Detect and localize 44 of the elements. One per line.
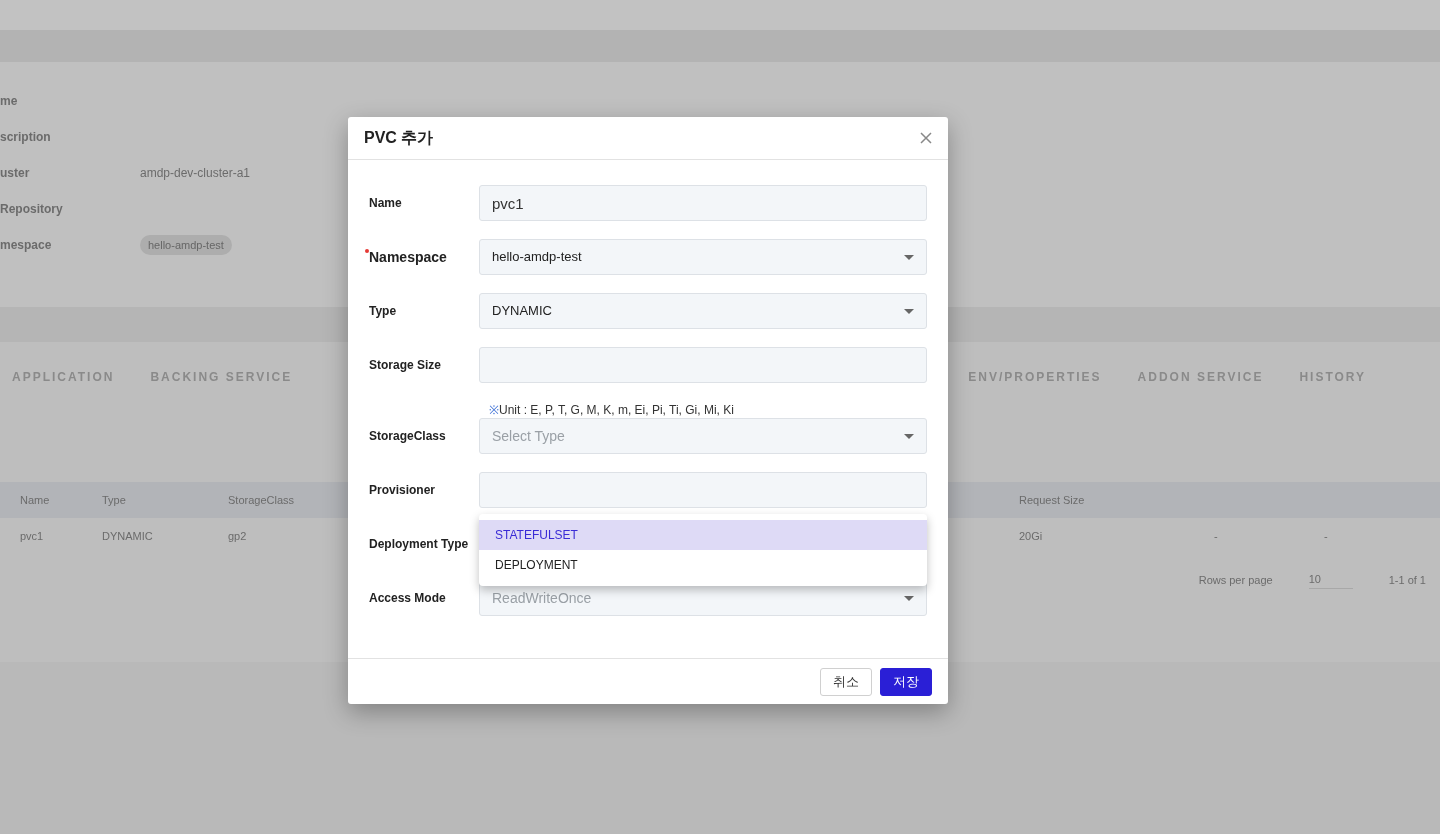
column-header: Request Size xyxy=(1019,492,1085,508)
field-label: Namespace xyxy=(369,247,447,267)
field-label: Name xyxy=(369,195,402,212)
close-icon[interactable] xyxy=(920,132,932,144)
text-input-field[interactable] xyxy=(479,472,927,508)
field-label: Provisioner xyxy=(369,482,436,499)
column-header: StorageClass xyxy=(228,492,296,508)
info-value: amdp-dev-cluster-a1 xyxy=(140,165,251,182)
info-label: Repository xyxy=(0,201,64,218)
table-cell-text: - xyxy=(1214,528,1219,544)
select-field[interactable]: hello-amdp-test xyxy=(479,239,927,275)
info-label: uster xyxy=(0,165,31,182)
namespace-chip: hello-amdp-test xyxy=(140,234,232,256)
dropdown-option[interactable]: DEPLOYMENT xyxy=(479,550,927,580)
field-label: Deployment Type xyxy=(369,536,469,553)
info-label: me xyxy=(0,93,19,110)
dropdown-caret-icon xyxy=(904,254,914,260)
rows-per-page-select[interactable]: 10 xyxy=(1308,571,1353,589)
column-header: Name xyxy=(20,492,51,508)
dropdown-caret-icon xyxy=(904,433,914,439)
table-cell-text: pvc1 xyxy=(20,528,45,544)
table-cell-text: - xyxy=(1324,528,1328,544)
field-label: Access Mode xyxy=(369,590,446,607)
page-range: 1-1 of 1 xyxy=(1388,572,1426,588)
dropdown-caret-icon xyxy=(904,595,914,601)
save-button[interactable]: 저장 xyxy=(880,667,932,696)
column-header: Type xyxy=(102,492,127,508)
info-label: scription xyxy=(0,129,52,146)
select-field[interactable]: Select Type xyxy=(479,418,927,454)
cancel-button[interactable]: 취소 xyxy=(820,667,872,696)
field-label: Storage Size xyxy=(369,357,442,374)
field-label: Type xyxy=(369,303,397,320)
select-field[interactable]: DYNAMIC xyxy=(479,293,927,329)
table-cell-text: 20Gi xyxy=(1019,528,1044,544)
dropdown-option[interactable]: STATEFULSET xyxy=(479,520,927,550)
rows-per-page-label: Rows per page xyxy=(1198,572,1273,588)
text-input-field[interactable]: pvc1 xyxy=(479,185,927,221)
info-label: mespace xyxy=(0,237,53,254)
unit-hint: ※Unit : E, P, T, G, M, K, m, Ei, Pi, Ti, Gi, Mi, Ki xyxy=(489,403,735,417)
table-cell-text: DYNAMIC xyxy=(102,528,154,544)
field-label: StorageClass xyxy=(369,428,446,445)
dialog-title: PVC 추가 xyxy=(364,128,434,148)
table-cell-text: gp2 xyxy=(228,528,248,544)
text-input-field[interactable] xyxy=(479,347,927,383)
